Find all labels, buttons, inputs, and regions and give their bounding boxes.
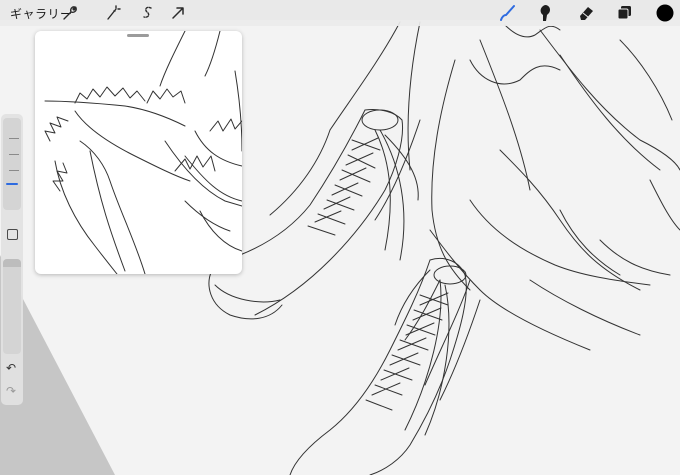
redo-button[interactable]: ↷ xyxy=(6,384,16,398)
top-toolbar: ギャラリー xyxy=(0,0,680,26)
magic-wand-icon[interactable] xyxy=(103,3,123,23)
color-swatch[interactable] xyxy=(655,3,675,23)
undo-button[interactable]: ↶ xyxy=(6,361,16,375)
left-sidebar: ↶ ↷ xyxy=(1,114,23,405)
opacity-handle[interactable] xyxy=(3,259,21,267)
selection-s-icon[interactable] xyxy=(138,3,158,23)
reference-window[interactable] xyxy=(35,31,242,274)
slider-tick xyxy=(9,138,19,139)
slider-tick xyxy=(9,170,19,171)
reference-preview xyxy=(44,31,242,274)
brush-size-slider[interactable] xyxy=(3,118,21,210)
eraser-icon[interactable] xyxy=(576,3,596,23)
brush-icon[interactable] xyxy=(497,3,517,23)
brush-size-handle[interactable] xyxy=(6,183,18,185)
layers-icon[interactable] xyxy=(614,3,634,23)
drag-handle-icon[interactable] xyxy=(127,34,149,37)
smudge-icon[interactable] xyxy=(535,3,555,23)
wrench-icon[interactable] xyxy=(60,3,80,23)
arrow-cursor-icon[interactable] xyxy=(168,3,188,23)
slider-tick xyxy=(9,154,19,155)
square-modify-icon[interactable] xyxy=(7,229,18,240)
opacity-slider[interactable] xyxy=(3,259,21,354)
